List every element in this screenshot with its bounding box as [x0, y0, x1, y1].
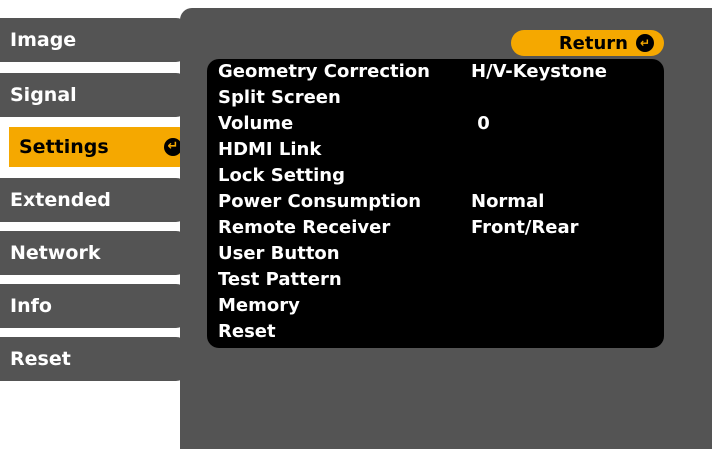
menu-item-label: User Button [218, 243, 340, 264]
return-label: Return [558, 32, 628, 54]
tab-image[interactable]: Image [0, 18, 190, 62]
menu-item-label: HDMI Link [218, 139, 322, 160]
menu-item-test-pattern[interactable]: Test Pattern [207, 267, 664, 293]
tab-label: Reset [10, 348, 71, 370]
tab-signal[interactable]: Signal [0, 73, 190, 117]
tab-extended[interactable]: Extended [0, 178, 190, 222]
menu-item-label: Split Screen [218, 87, 341, 108]
tab-label: Signal [10, 84, 77, 106]
menu-item-label: Remote Receiver [218, 217, 391, 238]
menu-item-user-button[interactable]: User Button [207, 241, 664, 267]
menu-item-label: Power Consumption [218, 191, 422, 212]
menu-item-remote-receiver[interactable]: Remote Receiver Front/Rear [207, 215, 664, 241]
menu-item-geometry-correction[interactable]: Geometry Correction H/V-Keystone [207, 59, 664, 85]
settings-menu-list: Geometry Correction H/V-Keystone Split S… [207, 59, 664, 348]
menu-item-value: 0 [471, 113, 490, 134]
tab-label: Info [10, 295, 52, 317]
tab-settings[interactable]: Settings ↵ [7, 125, 193, 169]
menu-item-label: Reset [218, 321, 276, 342]
menu-item-value: H/V-Keystone [471, 61, 608, 82]
menu-item-value: Front/Rear [471, 217, 579, 238]
menu-item-reset[interactable]: Reset [207, 319, 664, 345]
return-button[interactable]: Return ↵ [511, 30, 664, 56]
menu-item-label: Geometry Correction [218, 61, 430, 82]
menu-item-hdmi-link[interactable]: HDMI Link [207, 137, 664, 163]
tab-info[interactable]: Info [0, 284, 190, 328]
tab-label: Settings [19, 136, 109, 158]
menu-item-power-consumption[interactable]: Power Consumption Normal [207, 189, 664, 215]
menu-item-label: Test Pattern [218, 269, 342, 290]
tab-network[interactable]: Network [0, 231, 190, 275]
enter-icon: ↵ [636, 34, 654, 52]
tab-label: Image [10, 29, 77, 51]
menu-item-volume[interactable]: Volume 0 [207, 111, 664, 137]
menu-item-split-screen[interactable]: Split Screen [207, 85, 664, 111]
menu-item-value: Normal [471, 191, 545, 212]
menu-item-label: Lock Setting [218, 165, 345, 186]
menu-item-label: Memory [218, 295, 300, 316]
menu-item-lock-setting[interactable]: Lock Setting [207, 163, 664, 189]
tab-label: Network [10, 242, 101, 264]
tab-reset[interactable]: Reset [0, 337, 190, 381]
settings-panel: Return ↵ Geometry Correction H/V-Keyston… [180, 8, 712, 449]
menu-item-label: Volume [218, 113, 294, 134]
tab-label: Extended [10, 189, 111, 211]
menu-item-memory[interactable]: Memory [207, 293, 664, 319]
